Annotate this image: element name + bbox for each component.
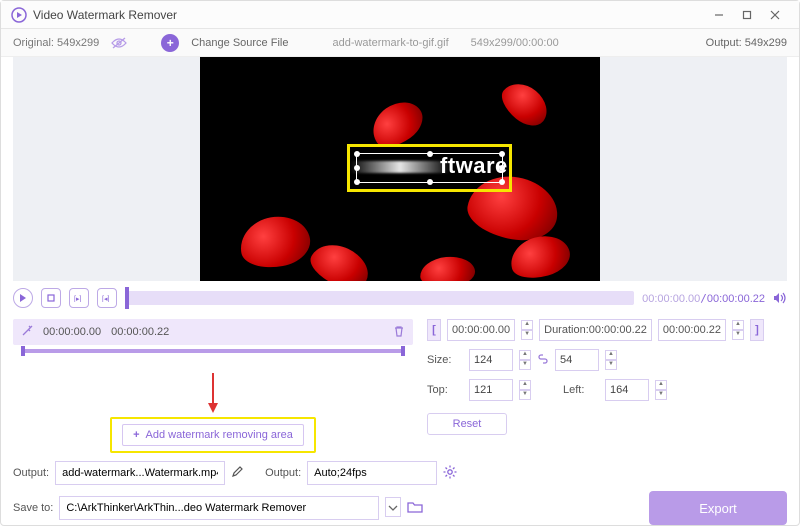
size-height-spinner[interactable]: ▲▼ [605, 350, 617, 370]
duration-field[interactable]: Duration:00:00:00.22 [539, 319, 652, 341]
plus-icon: + [133, 429, 139, 441]
properties-panel: [ 00:00:00.00 ▲▼ Duration:00:00:00.22 00… [427, 319, 787, 455]
top-spinner[interactable]: ▲▼ [519, 380, 531, 400]
left-spinner[interactable]: ▲▼ [655, 380, 667, 400]
saveto-dropdown[interactable] [385, 497, 401, 520]
playback-bar: [▸] [◂] 00:00:00.00/00:00:00.22 [13, 283, 787, 313]
source-filename: add-watermark-to-gif.gif [332, 37, 448, 49]
position-row: Top: ▲▼ Left: ▲▼ [427, 379, 787, 401]
minimize-button[interactable] [705, 5, 733, 25]
add-source-button[interactable]: + [161, 34, 179, 52]
segment-timeline[interactable] [21, 349, 405, 353]
step-back-button[interactable]: [▸] [69, 288, 89, 308]
watermark-selection[interactable] [347, 144, 512, 192]
size-height-input[interactable] [555, 349, 599, 371]
playback-time: 00:00:00.00/00:00:00.22 [642, 292, 765, 305]
size-row: Size: ▲▼ ▲▼ [427, 349, 787, 371]
open-folder-icon[interactable] [407, 501, 423, 516]
output-format-label: Output: [265, 467, 301, 479]
output-filename-input[interactable] [55, 461, 225, 485]
link-aspect-icon[interactable] [537, 353, 549, 368]
left-label: Left: [563, 384, 599, 396]
segment-row[interactable]: 00:00:00.00 00:00:00.22 [13, 319, 413, 345]
close-button[interactable] [761, 5, 789, 25]
svg-text:[◂]: [◂] [102, 296, 109, 302]
saveto-label: Save to: [13, 502, 53, 514]
source-timing: 549x299/00:00:00 [471, 37, 559, 49]
bottom-bar: Output: Output: Save to: Export [13, 461, 787, 525]
size-label: Size: [427, 354, 463, 366]
size-width-input[interactable] [469, 349, 513, 371]
wand-icon [21, 325, 33, 340]
output-format-input[interactable] [307, 461, 437, 485]
original-resolution: Original: 549x299 [13, 37, 99, 49]
play-button[interactable] [13, 288, 33, 308]
reset-button[interactable]: Reset [427, 413, 507, 435]
seek-head[interactable] [125, 287, 129, 309]
app-title: Video Watermark Remover [33, 8, 177, 22]
settings-icon[interactable] [443, 465, 457, 482]
seek-bar[interactable] [125, 291, 634, 305]
segments-panel: 00:00:00.00 00:00:00.22 + Add watermark … [13, 319, 413, 455]
range-start-spinner[interactable]: ▲▼ [521, 320, 533, 340]
range-end-spinner[interactable]: ▲▼ [732, 320, 744, 340]
visibility-toggle-icon[interactable] [111, 37, 127, 49]
range-start-field[interactable]: 00:00:00.00 [447, 319, 515, 341]
delete-segment-button[interactable] [393, 325, 405, 340]
set-start-button[interactable]: [ [427, 319, 441, 341]
change-source-link[interactable]: Change Source File [191, 37, 288, 49]
maximize-button[interactable] [733, 5, 761, 25]
size-width-spinner[interactable]: ▲▼ [519, 350, 531, 370]
output-label: Output: [13, 467, 49, 479]
segment-end: 00:00:00.22 [111, 326, 169, 338]
preview-container: ftware [13, 57, 787, 281]
step-forward-button[interactable]: [◂] [97, 288, 117, 308]
export-button[interactable]: Export [649, 491, 787, 525]
saveto-path-input[interactable] [59, 496, 379, 520]
svg-text:[▸]: [▸] [74, 296, 81, 302]
left-input[interactable] [605, 379, 649, 401]
top-input[interactable] [469, 379, 513, 401]
set-end-button[interactable]: ] [750, 319, 764, 341]
titlebar: Video Watermark Remover [1, 1, 799, 29]
lower-panel: 00:00:00.00 00:00:00.22 + Add watermark … [13, 319, 787, 455]
volume-icon[interactable] [773, 292, 787, 304]
time-range-row: [ 00:00:00.00 ▲▼ Duration:00:00:00.22 00… [427, 319, 787, 341]
app-logo-icon [11, 7, 27, 23]
output-resolution: Output: 549x299 [706, 37, 787, 49]
segment-start: 00:00:00.00 [43, 326, 101, 338]
top-label: Top: [427, 384, 463, 396]
add-watermark-area-button[interactable]: + Add watermark removing area [110, 417, 316, 453]
range-end-field[interactable]: 00:00:00.22 [658, 319, 726, 341]
video-preview[interactable]: ftware [200, 57, 600, 281]
stop-button[interactable] [41, 288, 61, 308]
app-window: Video Watermark Remover Original: 549x29… [0, 0, 800, 526]
guide-arrow [13, 353, 413, 415]
add-watermark-label: Add watermark removing area [146, 429, 293, 441]
info-bar: Original: 549x299 + Change Source File a… [1, 29, 799, 57]
edit-filename-icon[interactable] [231, 466, 243, 481]
